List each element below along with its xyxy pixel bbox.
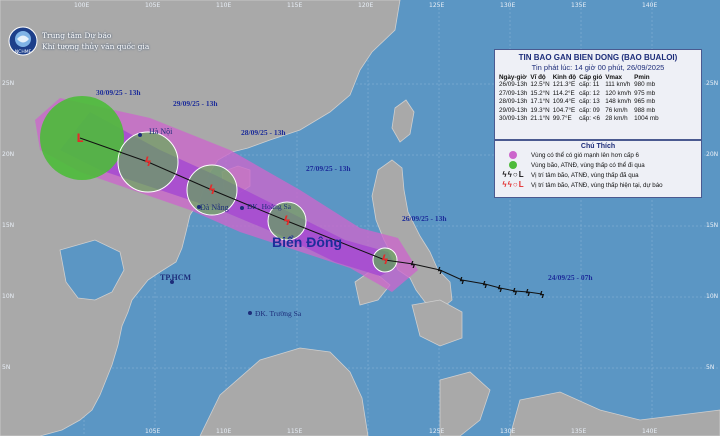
- storm-icon: ϟ: [381, 253, 389, 267]
- pink-zone-icon: [509, 151, 517, 159]
- track-time-label: 24/09/25 - 07h: [548, 273, 593, 282]
- taiwan-island: [391, 99, 415, 143]
- legend-title: Chú Thích: [580, 143, 616, 150]
- lon-label: 110E: [216, 428, 232, 435]
- storm-icon: ᒪ: [77, 132, 84, 145]
- lon-label: 135E: [571, 2, 587, 9]
- agency-logo-icon: NCHMF: [8, 26, 38, 56]
- lat-label: 5N: [706, 364, 715, 371]
- storm-icon: ϟ: [208, 183, 216, 197]
- lon-label: 110E: [216, 2, 232, 9]
- table-header-row: Ngày-giờ Vĩ độ Kinh độ Cấp gió Vmax Pmin: [499, 74, 662, 81]
- green-zone-icon: [509, 161, 517, 169]
- lat-label: 15N: [2, 222, 15, 229]
- lat-label: 25N: [706, 80, 719, 87]
- track-time-label: 27/09/25 - 13h: [306, 164, 351, 173]
- lat-label: 20N: [2, 151, 15, 158]
- hanoi-label: Hà Nội: [149, 127, 173, 136]
- lon-label: 135E: [571, 428, 587, 435]
- lon-label: 115E: [287, 2, 303, 9]
- svg-text:ϟ: ϟ: [525, 289, 531, 299]
- agency-subname: Khí tượng thủy văn quốc gia: [42, 42, 150, 51]
- lon-label: 125E: [429, 2, 445, 9]
- table-row: 26/09-13h 12.5°N 121.3°E cấp: 11 111 km/h 98…: [499, 81, 656, 88]
- table-row: 30/09-13h 21.1°N 99.7°E cấp: <6 28 km/h 1004…: [499, 115, 659, 122]
- lat-label: 10N: [2, 293, 15, 300]
- lat-label: 15N: [706, 222, 719, 229]
- lat-label: 5N: [2, 364, 11, 371]
- track-time-label: 29/09/25 - 13h: [173, 99, 218, 108]
- track-time-label: 30/09/25 - 13h: [96, 88, 141, 97]
- legend-item: ϟ ϟ ○ L Vị trí tâm bão, ATNĐ, vùng thấp hiệ…: [495, 180, 701, 190]
- table-row: 27/09-13h 15.2°N 114.2°E cấp: 12 120 km/h 97…: [499, 89, 656, 97]
- table-row: 29/09-13h 19.3°N 104.7°E cấp: 09 76 km/h 988…: [499, 106, 656, 114]
- lon-label: 130E: [500, 428, 516, 435]
- table-row: 28/09-13h 17.1°N 109.4°E cấp: 13 148 km/h 96…: [499, 98, 656, 105]
- lon-label: 125E: [429, 428, 445, 435]
- lon-label: 140E: [642, 2, 658, 9]
- hoangsa-label: ĐK. Hoàng Sa: [247, 202, 291, 211]
- lon-label: 130E: [500, 2, 516, 9]
- sea-name-label: Biển Đông: [272, 234, 342, 250]
- lon-label: 115E: [287, 428, 303, 435]
- map-legend: Chú Thích Vùng có thể có gió mạnh lên hơ…: [494, 140, 702, 198]
- table-header: Cấp gió: [579, 74, 603, 81]
- hcm-label: TP.HCM: [160, 273, 192, 282]
- agency-header: NCHMF Trung tâm Dự báo Khí tượng thủy vă…: [8, 26, 149, 56]
- bulletin-info-box: TIN BAO GAN BIEN DONG (BAO BUALOI) Tin p…: [494, 49, 702, 140]
- lat-label: 25N: [2, 80, 15, 87]
- lon-label: 120E: [358, 2, 374, 9]
- svg-text:ϟ: ϟ: [437, 267, 443, 277]
- forecast-table: Ngày-giờ Vĩ độ Kinh độ Cấp gió Vmax Pmin…: [499, 74, 662, 124]
- legend-item: ϟ ϟ ○ L Vị trí tâm bão, ATNĐ, vùng thấp đã …: [495, 170, 701, 180]
- table-header: Vmax: [605, 74, 623, 81]
- truongsa-label: ĐK. Trường Sa: [255, 309, 302, 318]
- track-time-label: 26/09/25 - 13h: [402, 214, 447, 223]
- svg-text:ϟ: ϟ: [497, 285, 503, 295]
- forecast-position-icon: ϟ ϟ ○ L: [502, 180, 524, 189]
- table-header: Ngày-giờ: [499, 74, 527, 81]
- danang-label: Đà Nẵng: [200, 203, 229, 212]
- past-position-icon: ϟ ϟ ○ L: [502, 170, 524, 179]
- lat-label: 10N: [706, 293, 719, 300]
- lat-label: 20N: [706, 151, 719, 158]
- agency-name: Trung tâm Dự báo: [42, 31, 112, 40]
- borneo: [199, 347, 369, 436]
- bulletin-title: TIN BAO GAN BIEN DONG (BAO BUALOI): [518, 53, 678, 62]
- svg-text:ϟ: ϟ: [482, 281, 488, 291]
- svg-text:ϟ: ϟ: [410, 261, 416, 271]
- table-header: Kinh độ: [552, 74, 577, 81]
- lon-label: 105E: [145, 2, 161, 9]
- storm-icon: ϟ: [144, 155, 152, 169]
- table-header: Pmin: [634, 74, 650, 81]
- legend-item: Vùng có thể có gió mạnh lên hơn cấp 6: [495, 150, 701, 160]
- lon-label: 100E: [74, 2, 90, 9]
- svg-text:ϟ: ϟ: [459, 277, 465, 287]
- track-time-label: 28/09/25 - 13h: [241, 128, 286, 137]
- legend-item: Vùng bão, ATNĐ, vùng thấp có thể đi qua: [495, 160, 701, 170]
- table-header: Vĩ độ: [530, 74, 546, 81]
- bulletin-issued: Tin phát lúc: 14 giờ 00 phút, 26/09/2025: [531, 63, 665, 72]
- lon-label: 105E: [145, 428, 161, 435]
- storm-icon: ϟ: [283, 214, 291, 228]
- svg-text:ϟ: ϟ: [539, 291, 545, 301]
- typhoon-forecast-map: { "agency": { "name_line1": "Trung tâm D…: [0, 0, 720, 436]
- lon-label: 140E: [642, 428, 658, 435]
- svg-text:ϟ: ϟ: [512, 288, 518, 298]
- logo-text: NCHMF: [15, 49, 32, 55]
